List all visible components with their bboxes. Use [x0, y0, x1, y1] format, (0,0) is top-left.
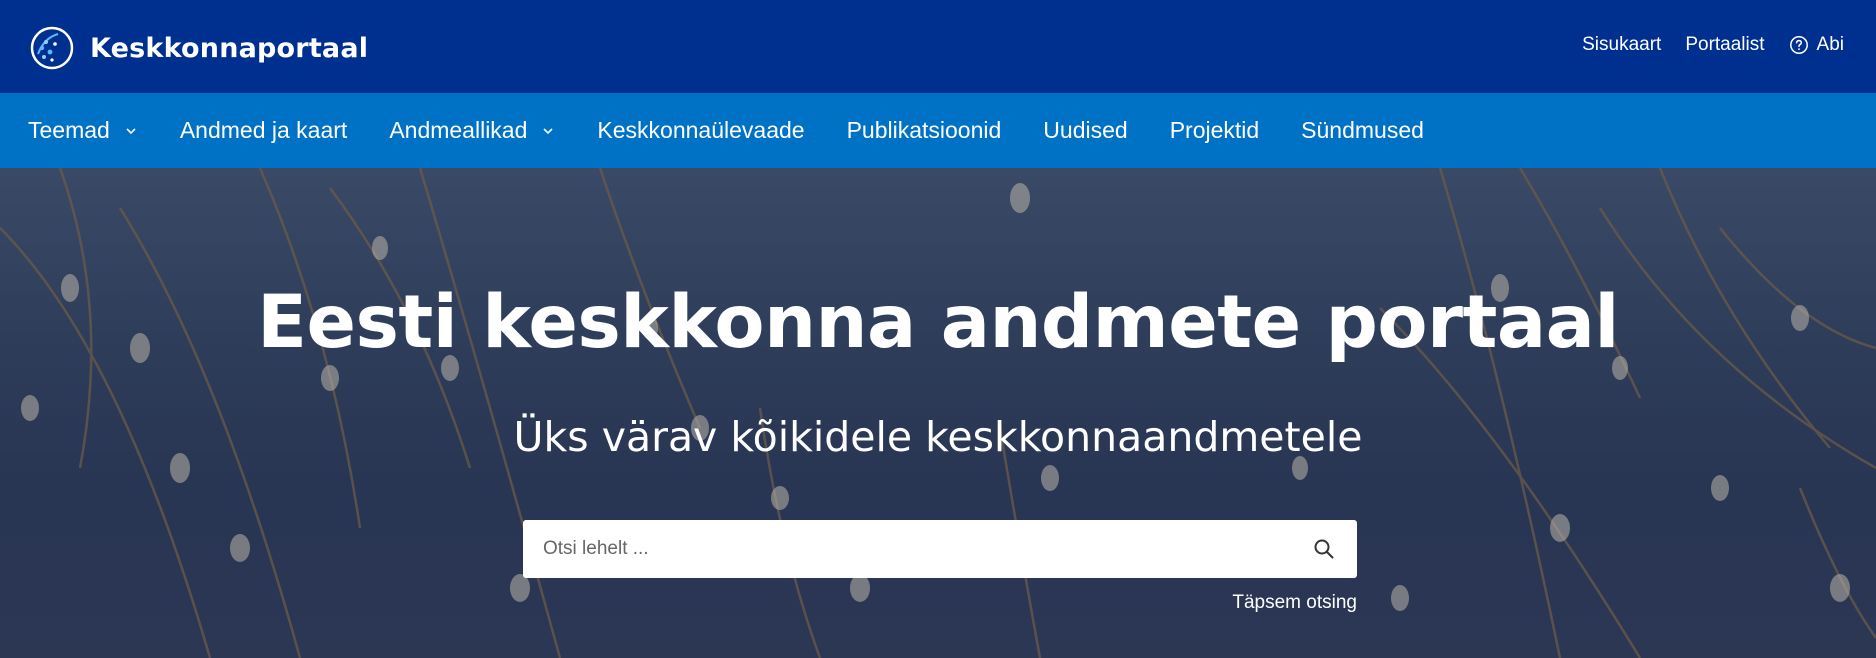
search-input[interactable]	[523, 520, 1291, 578]
nav-item-label: Sündmused	[1301, 117, 1424, 143]
nav-item-publikatsioonid[interactable]: Publikatsioonid	[847, 117, 1002, 144]
nav-item-projektid[interactable]: Projektid	[1170, 117, 1259, 144]
chevron-down-icon	[126, 127, 136, 134]
sitemap-label: Sisukaart	[1582, 34, 1662, 55]
search-box	[523, 520, 1357, 578]
page-title: Eesti keskkonna andmete portaal	[257, 280, 1619, 365]
nav-item-label: Teemad	[28, 117, 110, 143]
about-portal-link[interactable]: Portaalist	[1685, 34, 1764, 56]
nav-item-label: Publikatsioonid	[846, 117, 1002, 143]
sitemap-link[interactable]: Sisukaart	[1582, 34, 1661, 56]
question-circle-icon	[1789, 36, 1808, 54]
hero-section: Eesti keskkonna andmete portaal Üks vära…	[0, 168, 1876, 658]
utility-nav: Sisukaart Portaalist Abi	[1582, 34, 1844, 56]
about-portal-label: Portaalist	[1685, 34, 1765, 55]
search-icon	[1314, 539, 1334, 559]
nav-item-label: Andmeallikad	[389, 117, 528, 143]
top-header: Keskkonnaportaal Sisukaart Portaalist Ab…	[0, 0, 1876, 93]
site-logo-link[interactable]: Keskkonnaportaal	[28, 24, 368, 72]
nav-item-label: Uudised	[1043, 117, 1128, 143]
nav-item-keskkonnaulevaade[interactable]: Keskkonnaülevaade	[597, 117, 804, 144]
nav-item-teemad[interactable]: Teemad	[28, 117, 138, 144]
advanced-search-link[interactable]: Täpsem otsing	[1232, 592, 1357, 614]
page-subtitle: Üks värav kõikidele keskkonnaandmetele	[513, 413, 1363, 461]
chevron-down-icon	[543, 127, 553, 134]
nav-item-label: Projektid	[1169, 117, 1260, 143]
site-name: Keskkonnaportaal	[90, 32, 369, 64]
help-label: Abi	[1816, 34, 1844, 55]
nav-item-label: Keskkonnaülevaade	[597, 117, 805, 143]
nav-item-sundmused[interactable]: Sündmused	[1301, 117, 1424, 144]
nav-item-uudised[interactable]: Uudised	[1043, 117, 1127, 144]
help-link[interactable]: Abi	[1789, 34, 1844, 56]
nav-item-andmed-ja-kaart[interactable]: Andmed ja kaart	[180, 117, 347, 144]
keskkonnaportaal-logo-icon	[30, 26, 74, 70]
nav-item-label: Andmed ja kaart	[179, 117, 348, 143]
nav-item-andmeallikad[interactable]: Andmeallikad	[389, 117, 555, 144]
search-button[interactable]	[1291, 520, 1357, 578]
main-nav: Teemad Andmed ja kaart Andmeallikad Kesk…	[0, 93, 1876, 168]
